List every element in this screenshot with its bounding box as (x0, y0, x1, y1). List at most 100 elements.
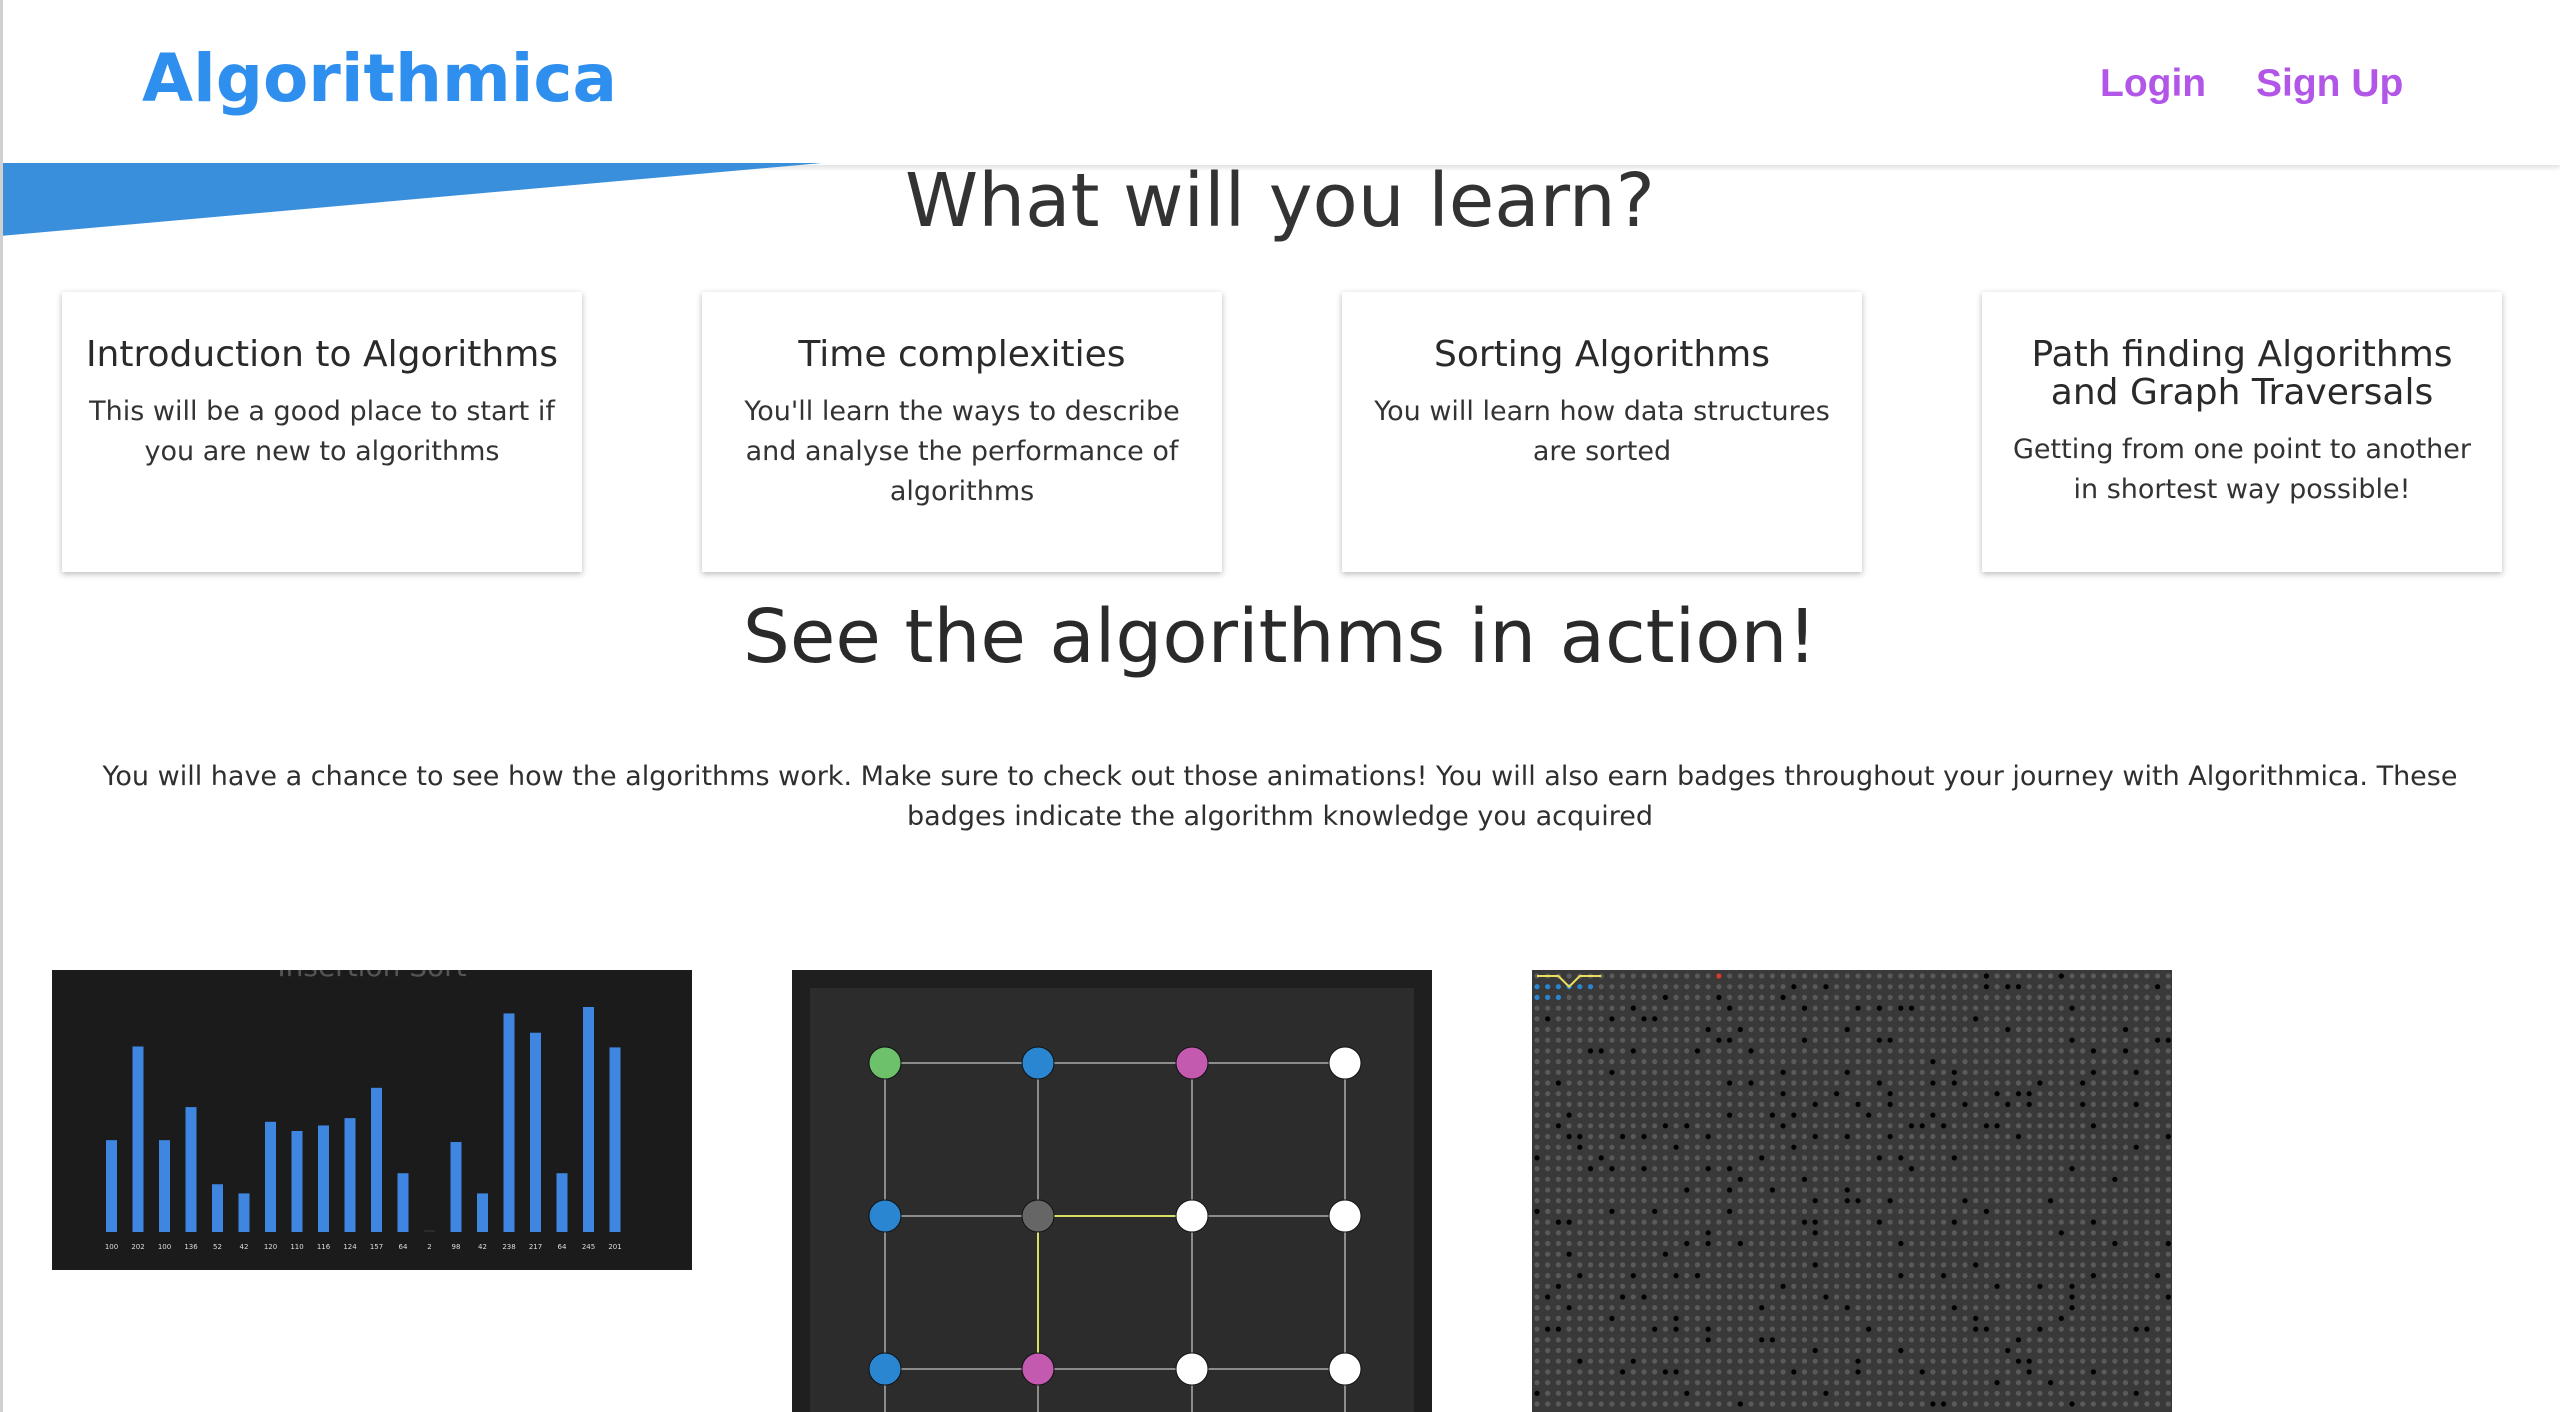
grid-node (2112, 1144, 2118, 1150)
grid-node (1898, 1337, 1904, 1343)
grid-node (2037, 973, 2043, 979)
grid-node (1620, 1016, 1626, 1022)
grid-node (1641, 984, 1647, 990)
grid-node (2015, 1283, 2022, 1289)
grid-node (1577, 1059, 1583, 1065)
grid-node (1587, 1294, 1594, 1300)
grid-node (2165, 1337, 2171, 1343)
grid-node (1684, 1380, 1690, 1386)
card-path-finding[interactable]: Path finding Algorithms and Graph Traver… (1982, 292, 2502, 572)
grid-node (1812, 1315, 1818, 1321)
grid-node (2112, 1326, 2118, 1332)
grid-node (1759, 1251, 1765, 1257)
sort-bar-label: 64 (399, 1243, 408, 1251)
grid-node (2144, 1208, 2150, 1214)
grid-node (1962, 1326, 1968, 1332)
grid-node (1983, 1251, 1989, 1257)
grid-node (1555, 1155, 1561, 1161)
card-intro-algorithms[interactable]: Introduction to Algorithms This will be … (62, 292, 582, 572)
grid-node (1855, 1337, 1861, 1343)
grid-node (2155, 1166, 2161, 1172)
grid-node (1727, 1208, 1733, 1214)
grid-node (1641, 1005, 1647, 1011)
grid-node (1694, 1037, 1701, 1043)
grid-node (2144, 1155, 2150, 1161)
grid-node (2058, 1369, 2064, 1375)
grid-node (2058, 1208, 2064, 1214)
grid-node (1620, 1048, 1626, 1054)
grid-node (1534, 1380, 1540, 1386)
grid-node (1598, 1026, 1604, 1033)
grid-node (2026, 1273, 2032, 1279)
card-sorting-algorithms[interactable]: Sorting Algorithms You will learn how da… (1342, 292, 1862, 572)
grid-node (1994, 984, 2000, 990)
grid-node (1684, 1240, 1690, 1247)
grid-node (2080, 1347, 2086, 1354)
grid-node (1641, 1208, 1647, 1214)
grid-node (1662, 1230, 1668, 1236)
sort-bar-label: 157 (370, 1243, 383, 1251)
grid-node (2048, 1144, 2054, 1150)
grid-node (1534, 1091, 1540, 1097)
grid-node (1609, 973, 1615, 979)
grid-node (1951, 1358, 1957, 1364)
grid-node (1855, 1358, 1861, 1364)
grid-node (1791, 994, 1797, 1000)
grid-node (2101, 1176, 2107, 1182)
grid-node (1834, 1326, 1840, 1332)
sort-bar-label: 100 (105, 1243, 118, 1251)
grid-node (1566, 1144, 1572, 1150)
login-link[interactable]: Login (2100, 62, 2206, 106)
sorting-preview-title: Insertion Sort (277, 970, 466, 983)
grid-node (1609, 1208, 1615, 1214)
site-logo[interactable]: Algorithmica (142, 40, 617, 117)
grid-node (1555, 1240, 1561, 1247)
grid-node (2165, 1283, 2171, 1289)
grid-node (1673, 1133, 1679, 1140)
grid-node (1534, 1037, 1540, 1043)
grid-node (2144, 1230, 2150, 1236)
sort-bar (318, 1125, 329, 1232)
grid-node (2144, 1369, 2150, 1375)
grid-node (2090, 1176, 2096, 1182)
grid-node (2080, 1369, 2086, 1375)
grid-node (1555, 1005, 1561, 1011)
grid-node (1812, 1037, 1818, 1043)
grid-node (1684, 1123, 1690, 1129)
grid-node (2037, 1219, 2043, 1225)
grid-node (1759, 1369, 1765, 1375)
grid-node (1898, 1198, 1904, 1204)
grid-node (1727, 1337, 1733, 1343)
grid-node (1919, 1166, 1925, 1172)
grid-node (1748, 1380, 1754, 1386)
grid-node (2101, 1380, 2107, 1386)
grid-node (2048, 984, 2054, 990)
graph-traversal-preview[interactable] (792, 970, 1432, 1412)
signup-link[interactable]: Sign Up (2256, 62, 2403, 106)
grid-node (1812, 994, 1818, 1000)
grid-node (1866, 1048, 1872, 1054)
grid-node (1994, 994, 2000, 1000)
grid-node (1834, 1305, 1840, 1311)
grid-node (1801, 1091, 1808, 1097)
grid-node (2058, 1305, 2064, 1311)
grid-node (1887, 1091, 1893, 1097)
grid-node (1587, 1208, 1594, 1214)
grid-node (1587, 1326, 1594, 1332)
grid-node (1652, 1337, 1658, 1343)
pathfinding-grid-preview[interactable] (1532, 970, 2172, 1412)
grid-node (1823, 1294, 1829, 1300)
grid-node (2090, 1144, 2096, 1150)
card-time-complexities[interactable]: Time complexities You'll learn the ways … (702, 292, 1222, 572)
grid-node (1919, 1315, 1925, 1321)
grid-node (1587, 1380, 1594, 1386)
grid-node (1566, 1262, 1572, 1268)
grid-node (1534, 1390, 1540, 1396)
sorting-preview[interactable]: Insertion Sort 1002021001365242120110116… (52, 970, 692, 1270)
grid-node (1930, 994, 1936, 1000)
grid-node (1908, 1080, 1915, 1086)
grid-node (1876, 1112, 1882, 1118)
grid-node (2165, 1358, 2171, 1364)
grid-node (1534, 1369, 1540, 1375)
grid-node (1534, 1026, 1540, 1033)
